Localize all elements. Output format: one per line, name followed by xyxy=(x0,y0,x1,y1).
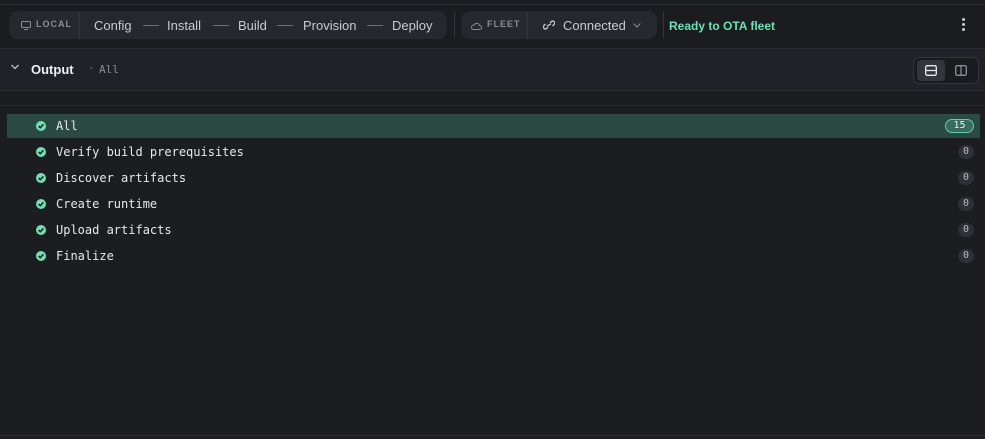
rows-layout-button[interactable] xyxy=(917,60,945,81)
output-header: Output · All xyxy=(0,48,985,91)
step-connector xyxy=(213,25,229,26)
divider xyxy=(0,105,985,106)
chevron-down-icon xyxy=(633,23,641,28)
columns-layout-button[interactable] xyxy=(947,60,975,81)
divider xyxy=(663,12,664,38)
step-label: Finalize xyxy=(56,249,114,263)
local-tag: LOCAL xyxy=(36,19,72,29)
step-row[interactable]: Discover artifacts 0 xyxy=(7,166,980,190)
cloud-icon xyxy=(471,22,482,30)
step-row[interactable]: Upload artifacts 0 xyxy=(7,218,980,242)
step-count-badge: 0 xyxy=(957,197,974,211)
fleet-tag: FLEET xyxy=(487,19,521,29)
step-connector xyxy=(143,25,159,26)
step-deploy[interactable]: Deploy xyxy=(392,18,432,33)
check-circle-icon xyxy=(36,121,46,131)
step-label: Discover artifacts xyxy=(56,171,187,185)
divider xyxy=(79,12,80,38)
step-count-badge: 0 xyxy=(957,145,974,159)
step-connector xyxy=(367,25,383,26)
check-circle-icon xyxy=(36,225,46,235)
step-install[interactable]: Install xyxy=(167,18,201,33)
check-circle-icon xyxy=(36,147,46,157)
step-label: All xyxy=(56,119,78,133)
step-row[interactable]: All 15 xyxy=(7,114,980,138)
bottom-border xyxy=(0,435,985,436)
connection-dropdown[interactable]: Connected xyxy=(537,11,655,39)
step-count-badge: 0 xyxy=(957,223,974,237)
step-row[interactable]: Verify build prerequisites 0 xyxy=(7,140,980,164)
output-title: Output xyxy=(31,62,74,77)
check-circle-icon xyxy=(36,251,46,261)
step-count-badge: 15 xyxy=(945,119,974,133)
step-label: Verify build prerequisites xyxy=(56,145,244,159)
check-circle-icon xyxy=(36,199,46,209)
layout-toggle xyxy=(913,57,979,84)
step-build[interactable]: Build xyxy=(238,18,267,33)
divider xyxy=(527,12,528,38)
connection-status: Connected xyxy=(563,18,626,33)
rows-layout-icon xyxy=(925,65,937,76)
active-filter: All xyxy=(99,63,119,76)
step-config[interactable]: Config xyxy=(94,18,132,33)
step-row[interactable]: Create runtime 0 xyxy=(7,192,980,216)
columns-layout-icon xyxy=(955,65,967,76)
check-circle-icon xyxy=(36,173,46,183)
monitor-icon xyxy=(21,21,31,30)
link-icon xyxy=(543,20,555,30)
more-vertical-icon[interactable] xyxy=(955,16,971,36)
step-provision[interactable]: Provision xyxy=(303,18,356,33)
step-row[interactable]: Finalize 0 xyxy=(7,244,980,268)
divider xyxy=(454,12,455,38)
step-connector xyxy=(277,25,293,26)
chevron-down-icon[interactable] xyxy=(10,62,20,72)
deploy-status: Ready to OTA fleet xyxy=(669,19,776,33)
pipeline-toolbar: LOCAL Config Install Build Provision Dep… xyxy=(0,5,985,46)
step-label: Upload artifacts xyxy=(56,223,172,237)
step-count-badge: 0 xyxy=(957,249,974,263)
separator-dot: · xyxy=(88,62,95,75)
step-count-badge: 0 xyxy=(957,171,974,185)
step-label: Create runtime xyxy=(56,197,158,211)
